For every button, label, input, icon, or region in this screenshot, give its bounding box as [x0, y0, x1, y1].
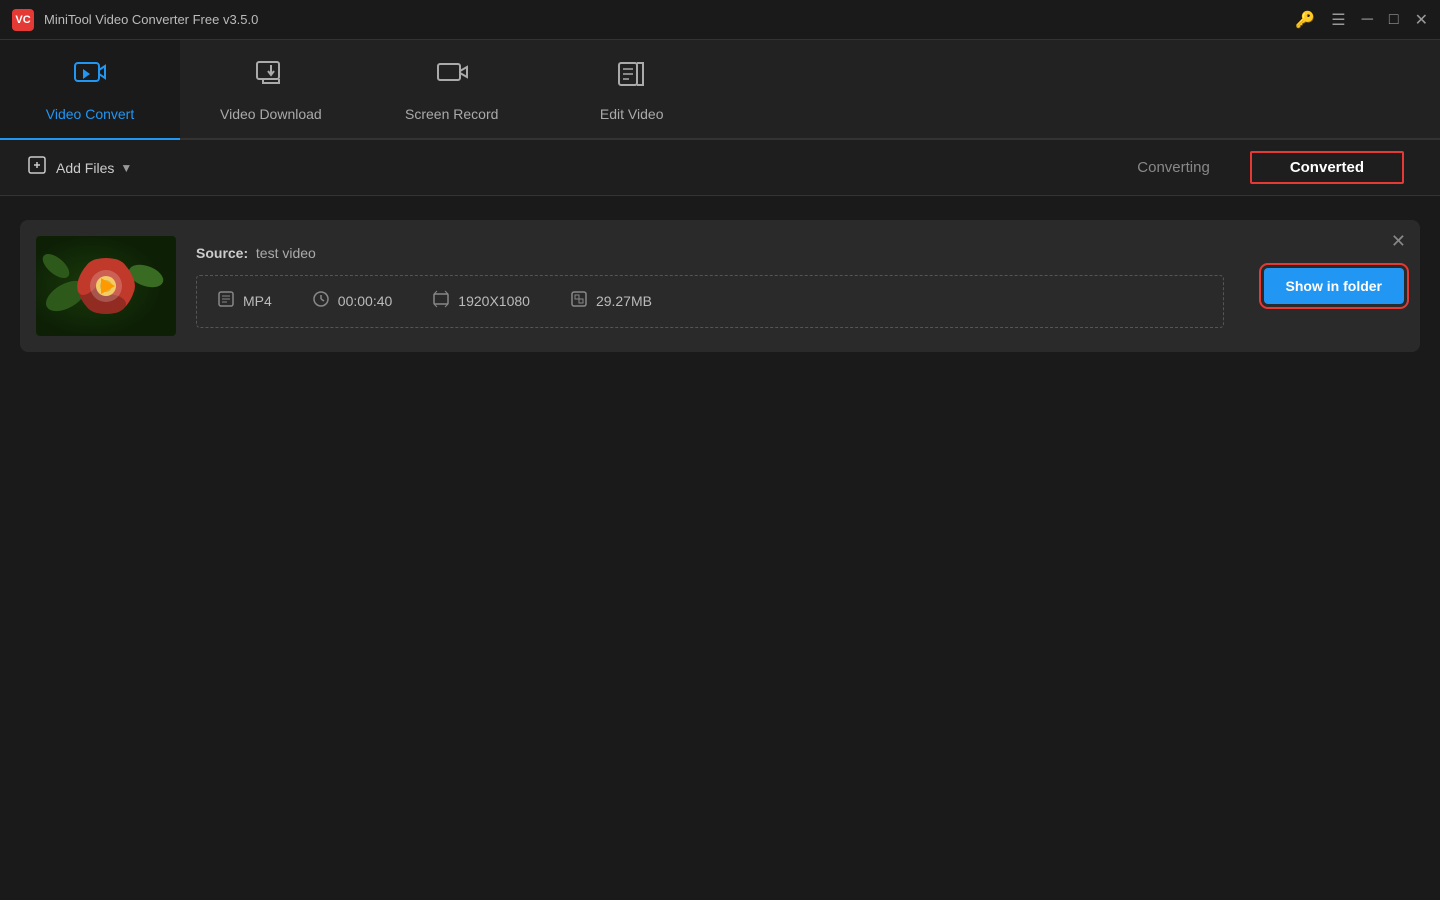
duration-detail: 00:00:40 [312, 290, 433, 313]
clock-icon [312, 290, 330, 313]
file-card: Source: test video MP4 [20, 220, 1420, 352]
file-details-box: MP4 00:00:40 [196, 275, 1224, 328]
tab-video-convert[interactable]: Video Convert [0, 40, 180, 140]
show-in-folder-button[interactable]: Show in folder [1264, 268, 1404, 304]
app-title: MiniTool Video Converter Free v3.5.0 [44, 12, 1295, 27]
screen-record-icon [435, 57, 469, 98]
tab-screen-record-label: Screen Record [405, 106, 498, 122]
key-icon[interactable]: 🔑 [1295, 10, 1315, 30]
maximize-icon[interactable]: □ [1389, 11, 1399, 29]
add-files-button[interactable]: Add Files ▼ [16, 146, 144, 189]
nav-tabs: Video Convert Video Download Screen Reco… [0, 40, 1440, 140]
close-card-button[interactable]: ✕ [1391, 232, 1406, 250]
close-icon[interactable]: ✕ [1415, 10, 1428, 30]
add-files-icon [28, 154, 50, 181]
format-icon [217, 290, 235, 313]
source-label: Source: [196, 245, 248, 261]
format-value: MP4 [243, 293, 272, 309]
toolbar: Add Files ▼ Converting Converted [0, 140, 1440, 196]
video-convert-icon [73, 57, 107, 98]
size-value: 29.27MB [596, 293, 652, 309]
main-content: Source: test video MP4 [0, 196, 1440, 900]
source-name: test video [256, 245, 316, 261]
file-source: Source: test video [196, 245, 1224, 261]
tab-edit-video[interactable]: Edit Video [542, 40, 722, 138]
tab-video-download[interactable]: Video Download [180, 40, 362, 138]
minimize-icon[interactable]: ─ [1362, 11, 1373, 29]
resolution-value: 1920X1080 [458, 293, 530, 309]
menu-icon[interactable]: ☰ [1331, 10, 1345, 30]
size-detail: 29.27MB [570, 290, 692, 313]
format-detail: MP4 [217, 290, 312, 313]
edit-video-icon [615, 57, 649, 98]
tab-edit-video-label: Edit Video [600, 106, 664, 122]
size-icon [570, 290, 588, 313]
converted-tab-button[interactable]: Converted [1250, 151, 1404, 184]
add-files-label: Add Files [56, 160, 114, 176]
play-triangle-icon [101, 278, 115, 294]
app-logo: VC [12, 9, 34, 31]
window-controls: 🔑 ☰ ─ □ ✕ [1295, 10, 1428, 30]
tab-screen-record[interactable]: Screen Record [362, 40, 542, 138]
duration-value: 00:00:40 [338, 293, 393, 309]
video-download-icon [254, 57, 288, 98]
resolution-icon [432, 290, 450, 313]
tab-video-convert-label: Video Convert [46, 106, 134, 122]
tab-switcher: Converting Converted [1097, 151, 1404, 184]
file-info: Source: test video MP4 [196, 245, 1224, 328]
converting-tab-button[interactable]: Converting [1097, 151, 1250, 184]
title-bar: VC MiniTool Video Converter Free v3.5.0 … [0, 0, 1440, 40]
resolution-detail: 1920X1080 [432, 290, 570, 313]
tab-video-download-label: Video Download [220, 106, 322, 122]
play-button-overlay[interactable] [90, 270, 122, 302]
file-thumbnail [36, 236, 176, 336]
add-files-dropdown-icon[interactable]: ▼ [120, 161, 132, 175]
